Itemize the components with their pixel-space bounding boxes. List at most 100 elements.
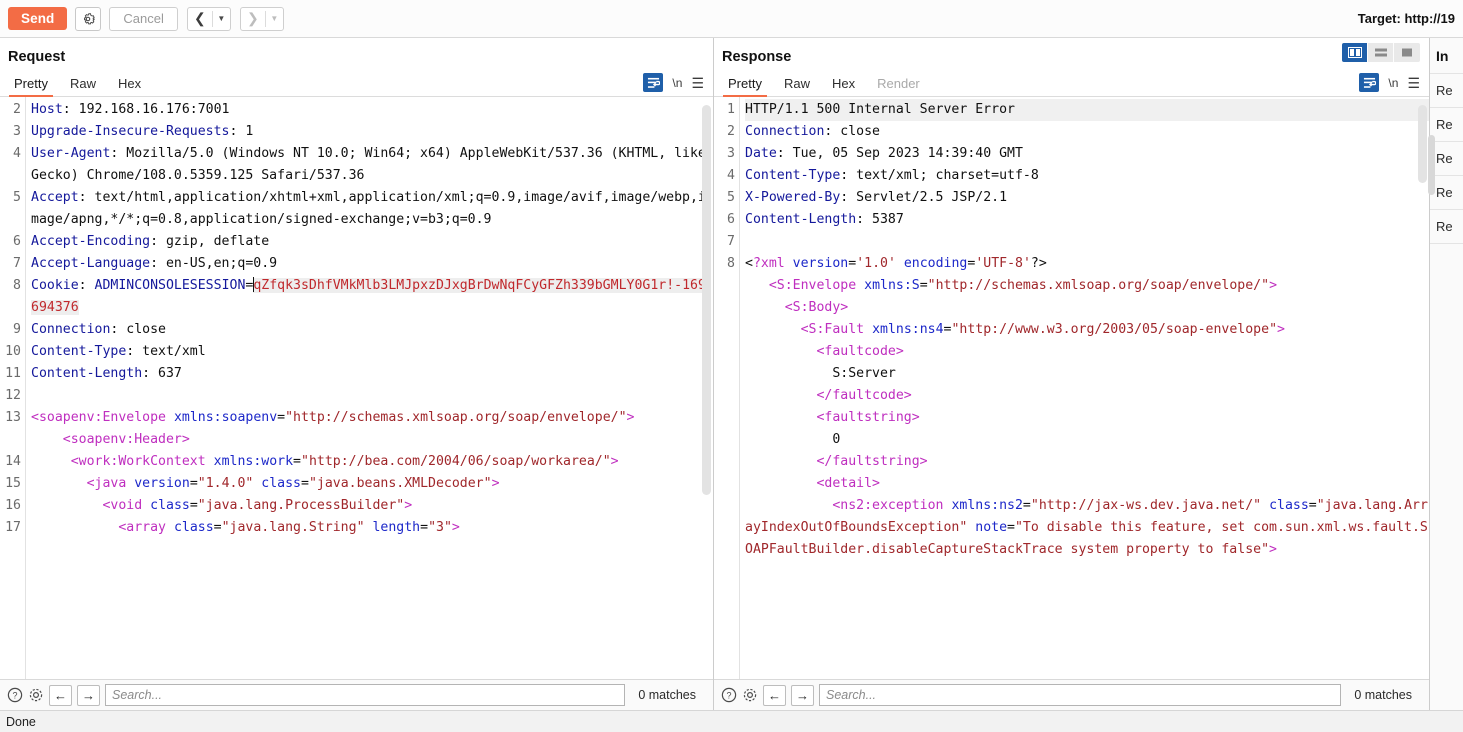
request-find-bar: ? ← → 0 matches: [0, 679, 713, 710]
response-tab-hex[interactable]: Hex: [821, 76, 866, 96]
request-tabstrip: Pretty Raw Hex \n ☰: [0, 71, 713, 97]
help-icon[interactable]: ?: [7, 687, 23, 703]
hamburger-menu-icon[interactable]: ☰: [1407, 76, 1420, 90]
line-number: 14: [5, 454, 21, 469]
response-pane: Response Pretty Raw Hex Render \n ☰ 1 2 …: [714, 38, 1430, 710]
find-settings-gear-icon[interactable]: [742, 687, 758, 703]
request-match-count: 0 matches: [638, 688, 696, 702]
chevron-left-icon: ❮: [194, 10, 206, 26]
word-wrap-icon[interactable]: [643, 73, 664, 92]
request-scrollbar[interactable]: [702, 105, 711, 495]
line-number: 8: [727, 256, 735, 271]
request-code[interactable]: Host: 192.168.16.176:7001 Upgrade-Insecur…: [26, 97, 713, 679]
status-text: Done: [6, 714, 36, 729]
line-number: 5: [727, 190, 735, 205]
send-button[interactable]: Send: [8, 7, 68, 30]
find-next-button[interactable]: →: [791, 684, 814, 706]
gear-icon: [743, 688, 757, 702]
line-number: 4: [727, 168, 735, 183]
line-number: 8: [13, 278, 21, 293]
response-scrollbar[interactable]: [1418, 105, 1427, 183]
line-number: 3: [727, 146, 735, 161]
request-pane: Request Pretty Raw Hex \n ☰ 2 3 4 5 6 7 …: [0, 38, 714, 710]
code-line: HTTP/1.1 500 Internal Server Error: [745, 99, 1429, 121]
help-icon[interactable]: ?: [721, 687, 737, 703]
burp-repeater-window: Send Cancel ❮ ▼ ❯ ▼ Target: http://19 Re…: [0, 0, 1463, 732]
request-tab-raw[interactable]: Raw: [59, 76, 107, 96]
response-search-input[interactable]: [819, 684, 1342, 706]
line-number: 15: [5, 476, 21, 491]
word-wrap-glyph: [1363, 77, 1376, 88]
line-number: 3: [13, 124, 21, 139]
request-tab-hex[interactable]: Hex: [107, 76, 152, 96]
response-editor[interactable]: 1 2 3 4 5 6 7 8 HTTP/1.1 500 Internal Server Er…: [714, 97, 1429, 679]
gear-icon: [84, 12, 96, 24]
layout-side-by-side-button[interactable]: [1342, 43, 1368, 62]
show-newlines-icon[interactable]: \n: [1388, 76, 1398, 90]
line-number: 11: [5, 366, 21, 381]
code-line: Date: Tue, 05 Sep 2023 14:39:40 GMT: [745, 146, 1023, 161]
layout-single-pane-button[interactable]: [1394, 43, 1420, 62]
response-line-numbers: 1 2 3 4 5 6 7 8: [714, 97, 740, 679]
response-panel-title: Response: [722, 49, 792, 65]
code-line: Content-Length: 637: [31, 366, 182, 381]
target-label: Target: http://19: [1357, 11, 1455, 26]
response-editor-controls: \n ☰: [1359, 73, 1429, 96]
code-line: <array class="java.lang.String" length="…: [118, 520, 460, 535]
line-number: 16: [5, 498, 21, 513]
code-line: Upgrade-Insecure-Requests: 1: [31, 124, 254, 139]
layout-stacked-button[interactable]: [1368, 43, 1394, 62]
request-search-input[interactable]: [105, 684, 626, 706]
previous-request-button[interactable]: ❮ ▼: [186, 6, 231, 31]
response-tab-pretty[interactable]: Pretty: [717, 76, 773, 97]
svg-text:?: ?: [726, 691, 731, 701]
inspector-section-2[interactable]: Re: [1430, 107, 1463, 141]
gear-icon: [29, 688, 43, 702]
response-tab-raw[interactable]: Raw: [773, 76, 821, 96]
show-newlines-icon[interactable]: \n: [672, 76, 682, 90]
request-panel-title: Request: [8, 49, 66, 65]
code-line: Accept-Language: en-US,en;q=0.9: [31, 256, 278, 271]
request-response-split: Request Pretty Raw Hex \n ☰ 2 3 4 5 6 7 …: [0, 38, 1463, 710]
word-wrap-icon[interactable]: [1359, 73, 1380, 92]
line-number: 7: [13, 256, 21, 271]
line-number: 12: [5, 388, 21, 403]
request-editor-controls: \n ☰: [643, 73, 713, 96]
line-number: 2: [727, 124, 735, 139]
repeater-toolbar: Send Cancel ❮ ▼ ❯ ▼ Target: http://19: [0, 0, 1463, 38]
code-line: Content-Length: 5387: [745, 212, 904, 227]
find-next-button[interactable]: →: [77, 684, 100, 706]
request-settings-button[interactable]: [75, 6, 102, 31]
request-editor[interactable]: 2 3 4 5 6 7 8 9 10 11 12 13 14 15 16 17 Host: 192.168.1…: [0, 97, 713, 679]
request-tab-pretty[interactable]: Pretty: [3, 76, 59, 97]
code-line: Content-Type: text/xml; charset=utf-8: [745, 168, 1039, 183]
layout-toggle-group: [1342, 43, 1420, 62]
find-previous-button[interactable]: ←: [49, 684, 72, 706]
code-line: Accept-Encoding: gzip, deflate: [31, 234, 270, 249]
inspector-scrollbar[interactable]: [1428, 135, 1435, 195]
code-line: User-Agent: Mozilla/5.0 (Windows NT 10.0…: [31, 146, 706, 183]
line-number: 10: [5, 344, 21, 359]
code-line: <void class="java.lang.ProcessBuilder">: [102, 498, 413, 513]
line-number: 17: [5, 520, 21, 535]
next-request-button[interactable]: ❯ ▼: [239, 6, 284, 31]
line-number: 1: [727, 102, 735, 117]
code-line: Host: 192.168.16.176:7001: [31, 102, 230, 117]
inspector-section-5[interactable]: Re: [1430, 209, 1463, 244]
response-match-count: 0 matches: [1354, 688, 1412, 702]
find-previous-button[interactable]: ←: [763, 684, 786, 706]
code-line: Connection: close: [745, 124, 880, 139]
code-line: Accept: text/html,application/xhtml+xml,…: [31, 190, 706, 227]
line-number: 5: [13, 190, 21, 205]
chevron-down-icon[interactable]: ▼: [266, 8, 283, 30]
inspector-section-1[interactable]: Re: [1430, 73, 1463, 107]
side-by-side-icon: [1347, 47, 1362, 58]
hamburger-menu-icon[interactable]: ☰: [691, 76, 704, 90]
cancel-button[interactable]: Cancel: [109, 6, 178, 31]
find-settings-gear-icon[interactable]: [28, 687, 44, 703]
response-code[interactable]: HTTP/1.1 500 Internal Server Error Connec…: [740, 97, 1429, 679]
response-tab-render[interactable]: Render: [866, 76, 931, 96]
chevron-down-icon[interactable]: ▼: [213, 8, 230, 30]
